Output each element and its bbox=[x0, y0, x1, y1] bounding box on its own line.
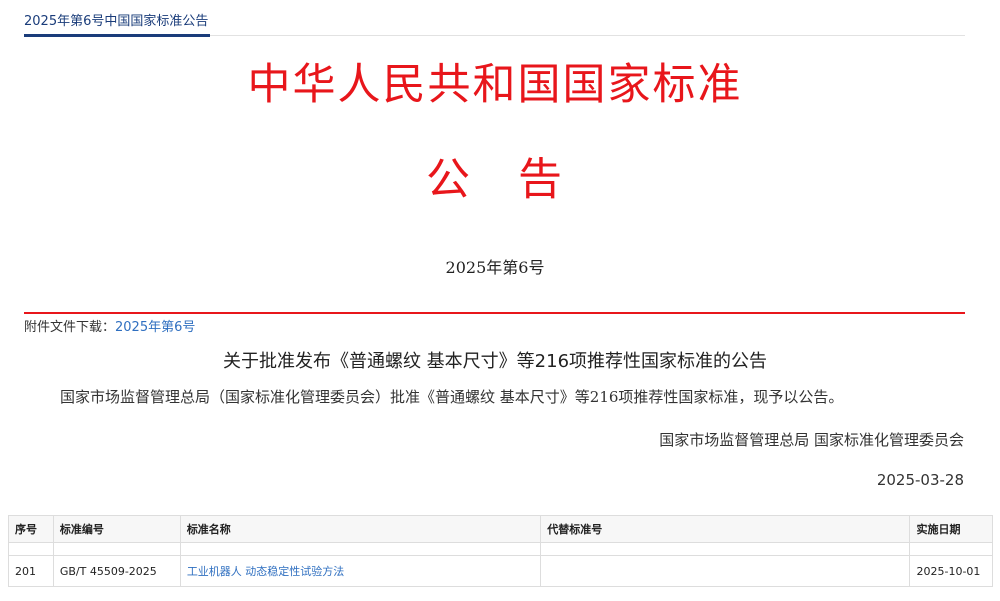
cell-no: 201 bbox=[8, 555, 54, 587]
notice-title: 关于批准发布《普通螺纹 基本尺寸》等216项推荐性国家标准的公告 bbox=[222, 351, 768, 372]
cell-name-link[interactable]: 工业机器人 动态稳定性试验方法 bbox=[179, 555, 542, 587]
top-header: 2025年第6号中国国家标准公告 bbox=[0, 0, 1000, 40]
announcement-main-title: 中华人民共和国国家标准 bbox=[247, 60, 743, 110]
attachment-label: 附件文件下载： bbox=[24, 320, 116, 335]
issue-number: 2025年第6号 bbox=[445, 258, 545, 277]
standards-table: 序号 标准编号 标准名称 代替标准号 实施日期 201 GB/T 45509-2… bbox=[8, 515, 993, 587]
page-title: 2025年第6号中国国家标准公告 bbox=[24, 14, 209, 29]
announcement-sub-title: 公 告 bbox=[426, 154, 564, 205]
title-underline bbox=[24, 34, 210, 37]
cell-code: GB/T 45509-2025 bbox=[52, 555, 181, 587]
column-header-no: 序号 bbox=[8, 515, 54, 543]
column-header-replaces: 代替标准号 bbox=[540, 515, 911, 543]
attachment-row: 附件文件下载：2025年第6号 bbox=[24, 316, 195, 335]
cell-replaces bbox=[540, 555, 911, 587]
attachment-download-link[interactable]: 2025年第6号 bbox=[115, 320, 195, 335]
notice-body: 国家市场监督管理总局（国家标准化管理委员会）批准《普通螺纹 基本尺寸》等216项… bbox=[60, 388, 844, 406]
column-header-code: 标准编号 bbox=[52, 515, 181, 543]
table-row: 201 GB/T 45509-2025 工业机器人 动态稳定性试验方法 2025… bbox=[8, 555, 993, 587]
notice-issuer: 国家市场监督管理总局 国家标准化管理委员会 bbox=[659, 431, 964, 449]
column-header-date: 实施日期 bbox=[909, 515, 993, 543]
cell-date: 2025-10-01 bbox=[909, 555, 993, 587]
table-header-row: 序号 标准编号 标准名称 代替标准号 实施日期 bbox=[8, 515, 993, 543]
table-spacer-row bbox=[8, 542, 993, 556]
header-divider bbox=[210, 35, 965, 36]
notice-date: 2025-03-28 bbox=[876, 471, 964, 489]
column-header-name: 标准名称 bbox=[179, 515, 542, 543]
red-divider bbox=[24, 312, 965, 314]
